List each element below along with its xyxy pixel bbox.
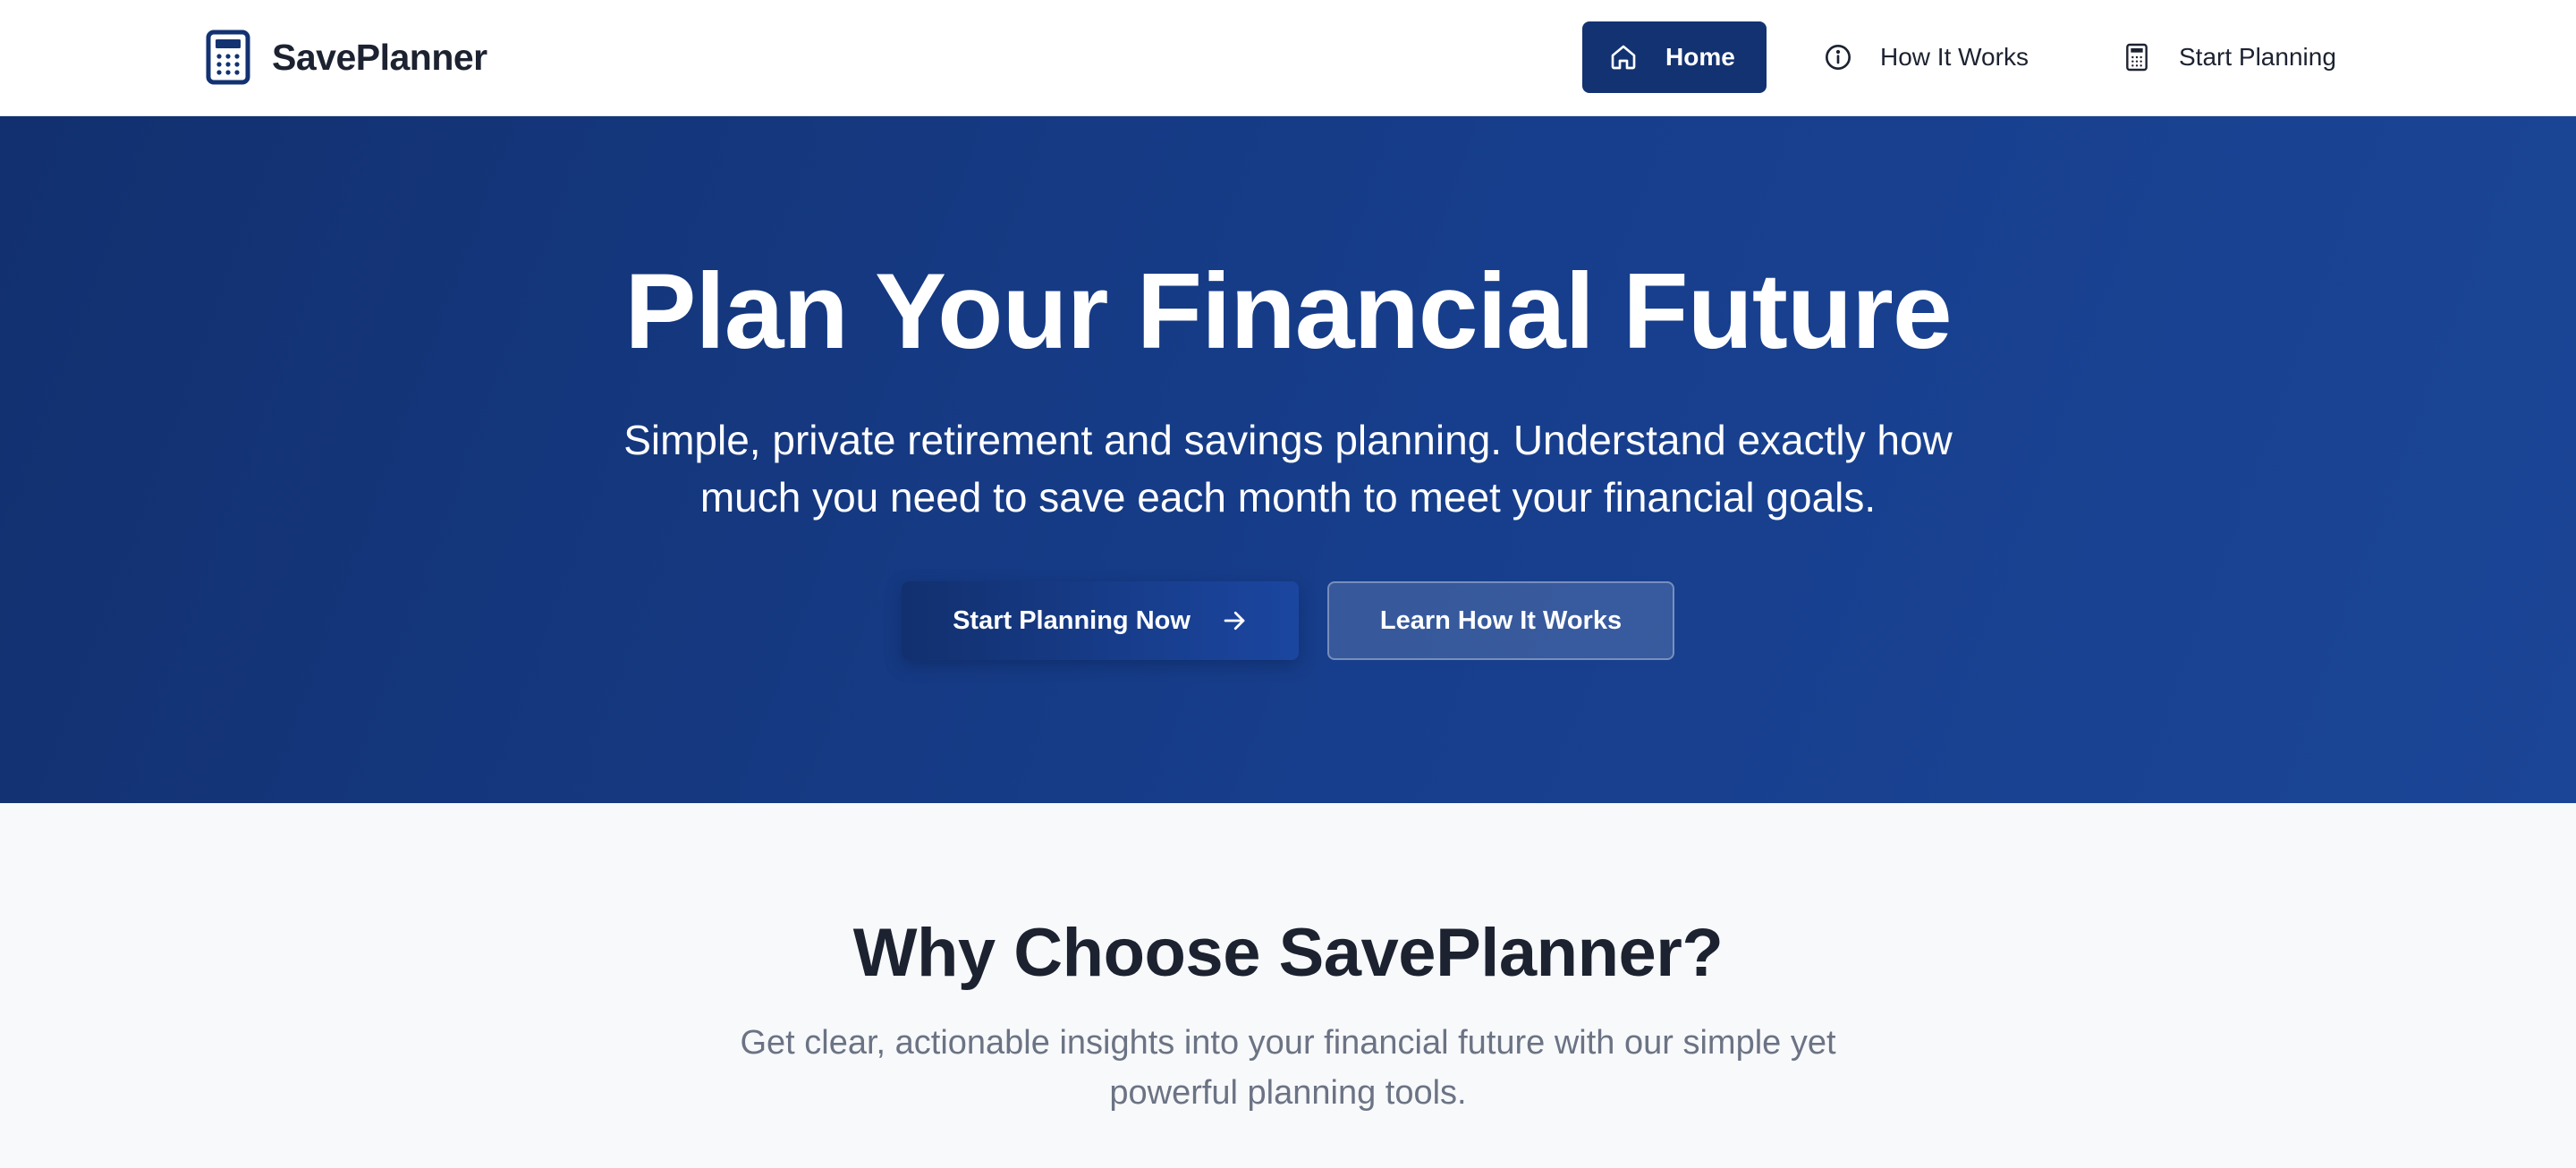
brand-logo-link[interactable]: SavePlanner (206, 30, 487, 85)
top-navbar: SavePlanner Home How It Works Start Plan… (0, 0, 2576, 116)
start-planning-now-button[interactable]: Start Planning Now (902, 581, 1299, 660)
calculator-icon (206, 30, 250, 85)
brand-name: SavePlanner (272, 36, 487, 78)
nav-item-home[interactable]: Home (1582, 21, 1767, 93)
why-subtitle: Get clear, actionable insights into your… (740, 1024, 1836, 1112)
nav-item-label: Start Planning (2179, 43, 2336, 71)
hero-subtitle: Simple, private retirement and savings p… (623, 417, 1953, 521)
calculator-icon (2122, 42, 2152, 72)
nav-item-label: How It Works (1880, 43, 2029, 71)
hero-title: Plan Your Financial Future (624, 251, 1952, 371)
arrow-right-icon (1221, 607, 1248, 634)
info-icon (1823, 42, 1853, 72)
button-label: Learn How It Works (1379, 605, 1623, 635)
button-label: Start Planning Now (953, 605, 1191, 635)
why-title: Why Choose SavePlanner? (852, 915, 1724, 991)
nav-item-label: Home (1665, 43, 1735, 71)
learn-how-it-works-button[interactable]: Learn How It Works (1327, 581, 1674, 660)
hero-section: Plan Your Financial Future Simple, priva… (0, 116, 2576, 803)
home-icon (1608, 42, 1639, 72)
nav-item-start-planning[interactable]: Start Planning (2122, 21, 2336, 93)
nav-item-how-it-works[interactable]: How It Works (1823, 21, 2029, 93)
